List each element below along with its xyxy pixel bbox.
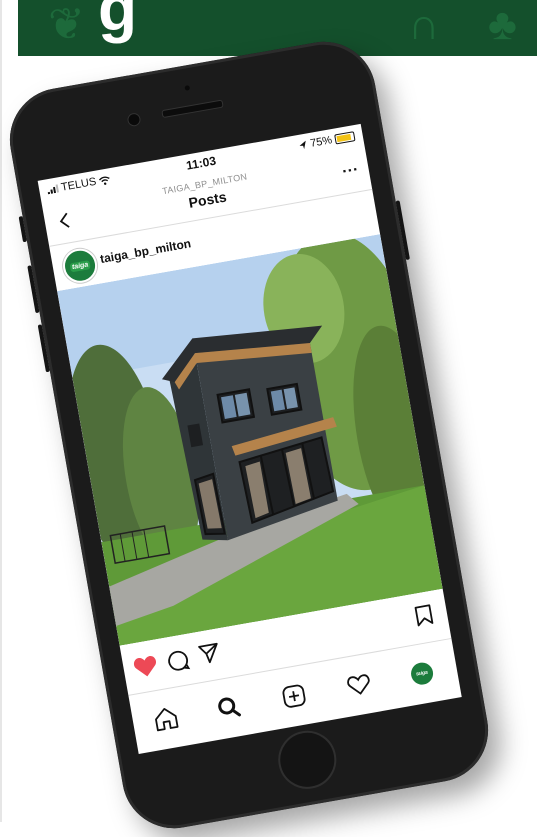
home-icon[interactable] bbox=[151, 704, 181, 734]
earpiece-speaker bbox=[161, 99, 224, 119]
bookmark-icon[interactable] bbox=[413, 603, 435, 628]
volume-up-button bbox=[27, 265, 40, 314]
horseshoe-decoration-icon: ∩ bbox=[408, 0, 440, 49]
profile-avatar[interactable]: taiga bbox=[409, 660, 435, 687]
tree-decoration-icon: ♣ bbox=[488, 0, 517, 49]
profile-avatar-text: taiga bbox=[415, 669, 429, 678]
background-banner: ❦ ∩ ♣ g bbox=[18, 0, 537, 56]
share-icon[interactable] bbox=[197, 640, 222, 665]
post-username[interactable]: taiga_bp_milton bbox=[99, 236, 192, 266]
post-photo[interactable] bbox=[57, 234, 443, 646]
mute-switch bbox=[18, 215, 28, 243]
activity-icon[interactable] bbox=[344, 670, 374, 700]
front-camera-icon bbox=[126, 112, 142, 128]
search-icon[interactable] bbox=[214, 693, 244, 723]
more-icon[interactable]: ... bbox=[340, 157, 359, 178]
tiny-house-photo bbox=[57, 234, 443, 646]
comment-icon[interactable] bbox=[165, 648, 191, 673]
location-arrow-icon bbox=[299, 140, 306, 149]
leaf-decoration-icon: ❦ bbox=[48, 0, 85, 49]
proximity-sensor bbox=[184, 85, 191, 91]
battery-icon bbox=[334, 131, 356, 145]
banner-letter: g bbox=[98, 0, 138, 44]
avatar[interactable]: taiga bbox=[60, 246, 100, 286]
phone-device: TELUS 11:03 75% TAIGA_BP_MILTON Posts ..… bbox=[1, 33, 497, 837]
heart-icon[interactable] bbox=[132, 654, 159, 680]
power-button bbox=[395, 200, 410, 261]
avatar-logo-text: taiga bbox=[69, 259, 91, 272]
add-icon[interactable] bbox=[279, 681, 309, 711]
page-edge bbox=[0, 0, 2, 822]
volume-down-button bbox=[37, 324, 50, 373]
home-button[interactable] bbox=[273, 726, 341, 794]
